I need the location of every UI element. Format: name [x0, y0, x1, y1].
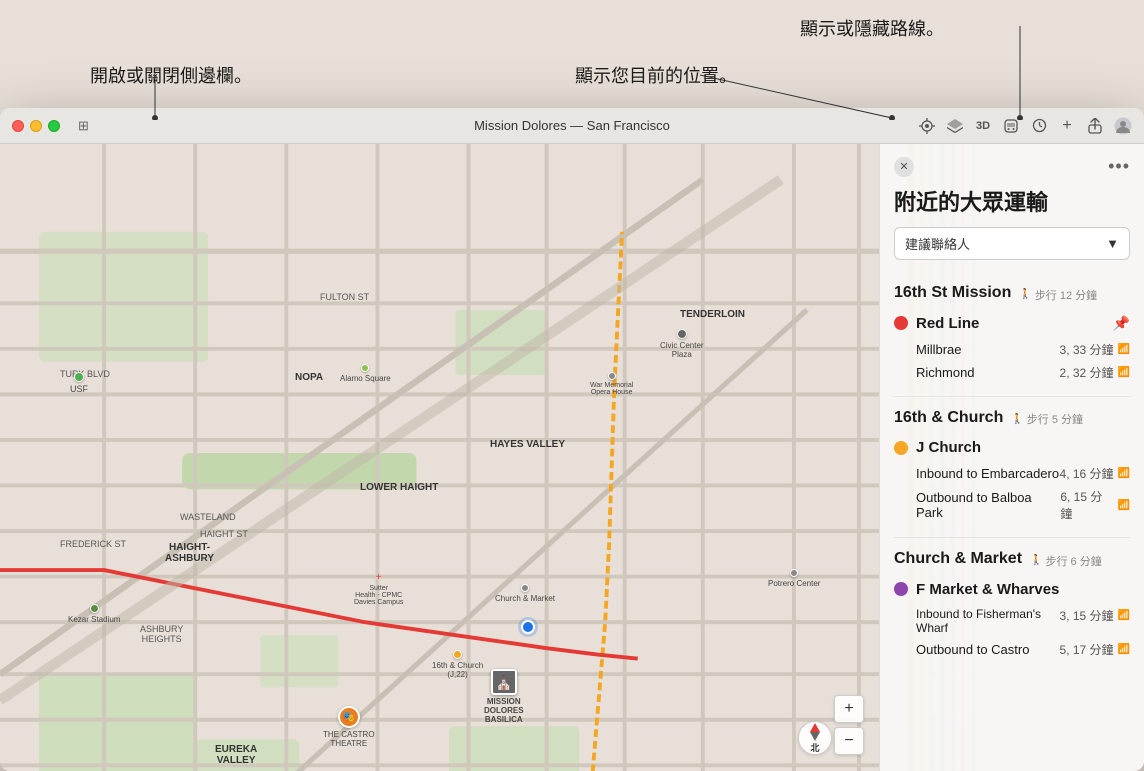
add-button[interactable]: +: [1058, 117, 1076, 135]
balboa-park-time: 6, 15 分鐘 📶: [1060, 488, 1130, 522]
dropdown-arrow-icon: ▼: [1106, 236, 1119, 251]
fishermans-wharf-label: Inbound to Fisherman'sWharf: [916, 607, 1041, 635]
embarcadero-time: 4, 16 分鐘 📶: [1060, 465, 1130, 482]
realtime-icon-4: 📶: [1118, 500, 1130, 511]
sidebar-dropdown[interactable]: 建議聯絡人 ▼: [894, 227, 1130, 260]
red-line-dot: [894, 316, 908, 330]
f-market-dot: [894, 582, 908, 596]
richmond-time: 2, 32 分鐘 📶: [1060, 364, 1130, 381]
f-market-name-row: F Market & Wharves: [894, 581, 1130, 598]
compass-label: 北: [810, 741, 819, 754]
main-window: ⊞ Mission Dolores — San Francisco 3D +: [0, 108, 1144, 771]
map-container[interactable]: TENDERLOIN HAYES VALLEY LOWER HAIGHT HAI…: [0, 144, 1144, 771]
realtime-icon-2: 📶: [1118, 367, 1130, 378]
red-line-name: Red Line: [916, 315, 979, 332]
layers-button[interactable]: [946, 117, 964, 135]
titlebar-controls: 3D +: [918, 117, 1132, 135]
avatar-button[interactable]: [1114, 117, 1132, 135]
share-button[interactable]: [1086, 117, 1104, 135]
pin-icon: 📌: [1113, 315, 1130, 332]
threed-button[interactable]: 3D: [974, 117, 992, 135]
traffic-lights: [12, 120, 60, 132]
user-location-dot: [521, 620, 535, 634]
j-church-dot: [894, 441, 908, 455]
window-title: Mission Dolores — San Francisco: [474, 118, 670, 133]
embarcadero-label: Inbound to Embarcadero: [916, 466, 1059, 481]
millbrae-time: 3, 33 分鐘 📶: [1060, 341, 1130, 358]
transit-button[interactable]: [1002, 117, 1020, 135]
j-church-item: J Church Inbound to Embarcadero 4, 16 分鐘…: [880, 431, 1144, 533]
castro-label: Outbound to Castro: [916, 642, 1029, 657]
zoom-out-button[interactable]: −: [834, 727, 864, 755]
balboa-park-label: Outbound to Balboa Park: [916, 490, 1060, 520]
embarcadero-row: Inbound to Embarcadero 4, 16 分鐘 📶: [894, 462, 1130, 485]
station-name-3: Church & Market: [894, 550, 1022, 568]
f-market-name: F Market & Wharves: [916, 581, 1059, 598]
sidebar-more-button[interactable]: •••: [1108, 156, 1130, 177]
location-button[interactable]: [918, 117, 936, 135]
balboa-park-row: Outbound to Balboa Park 6, 15 分鐘 📶: [894, 485, 1130, 525]
fishermans-wharf-time: 3, 15 分鐘 📶: [1060, 607, 1130, 624]
sidebar-toggle-icon[interactable]: ⊞: [78, 118, 89, 134]
divider-1: [894, 396, 1130, 397]
realtime-icon-3: 📶: [1118, 468, 1130, 479]
zoom-in-button[interactable]: +: [834, 695, 864, 723]
red-line-name-row: Red Line 📌: [894, 315, 1130, 332]
millbrae-label: Millbrae: [916, 342, 962, 357]
station-name-2: 16th & Church: [894, 409, 1003, 427]
richmond-label: Richmond: [916, 365, 975, 380]
clock-button[interactable]: [1030, 117, 1048, 135]
transit-sidebar: ✕ ••• 附近的大眾運輸 建議聯絡人 ▼ 16th St Mission 步行…: [879, 144, 1144, 771]
j-church-name: J Church: [916, 439, 981, 456]
walk-time-1: 步行 12 分鐘: [1019, 287, 1097, 303]
compass[interactable]: 北: [798, 721, 832, 755]
close-button[interactable]: [12, 120, 24, 132]
current-location-callout: 顯示您目前的位置。: [575, 62, 737, 88]
j-church-name-row: J Church: [894, 439, 1130, 456]
section-16th-st-mission: 16th St Mission 步行 12 分鐘: [880, 276, 1144, 307]
sidebar-close-button[interactable]: ✕: [894, 157, 914, 177]
titlebar: ⊞ Mission Dolores — San Francisco 3D +: [0, 108, 1144, 144]
red-line-item: Red Line 📌 Millbrae 3, 33 分鐘 📶 Richmond …: [880, 307, 1144, 392]
realtime-icon-5: 📶: [1118, 610, 1130, 621]
section-church-market: Church & Market 步行 6 分鐘: [880, 542, 1144, 573]
divider-2: [894, 537, 1130, 538]
station-name-1: 16th St Mission: [894, 284, 1011, 302]
richmond-row: Richmond 2, 32 分鐘 📶: [894, 361, 1130, 384]
realtime-icon-1: 📶: [1118, 344, 1130, 355]
sidebar-header: ✕ •••: [880, 144, 1144, 181]
dropdown-label: 建議聯絡人: [905, 234, 970, 253]
walk-time-3: 步行 6 分鐘: [1030, 553, 1102, 569]
castro-row: Outbound to Castro 5, 17 分鐘 📶: [894, 638, 1130, 661]
walk-time-2: 步行 5 分鐘: [1011, 411, 1083, 427]
sidebar-toggle-callout: 開啟或關閉側邊欄。: [90, 62, 252, 88]
maximize-button[interactable]: [48, 120, 60, 132]
millbrae-row: Millbrae 3, 33 分鐘 📶: [894, 338, 1130, 361]
minimize-button[interactable]: [30, 120, 42, 132]
castro-time: 5, 17 分鐘 📶: [1060, 641, 1130, 658]
show-hide-routes-callout: 顯示或隱藏路線。: [800, 15, 944, 41]
fishermans-wharf-row: Inbound to Fisherman'sWharf 3, 15 分鐘 📶: [894, 604, 1130, 638]
zoom-controls: + −: [834, 695, 864, 755]
realtime-icon-6: 📶: [1118, 644, 1130, 655]
f-market-item: F Market & Wharves Inbound to Fisherman'…: [880, 573, 1144, 669]
section-16th-church: 16th & Church 步行 5 分鐘: [880, 401, 1144, 432]
sidebar-title: 附近的大眾運輸: [880, 181, 1144, 227]
